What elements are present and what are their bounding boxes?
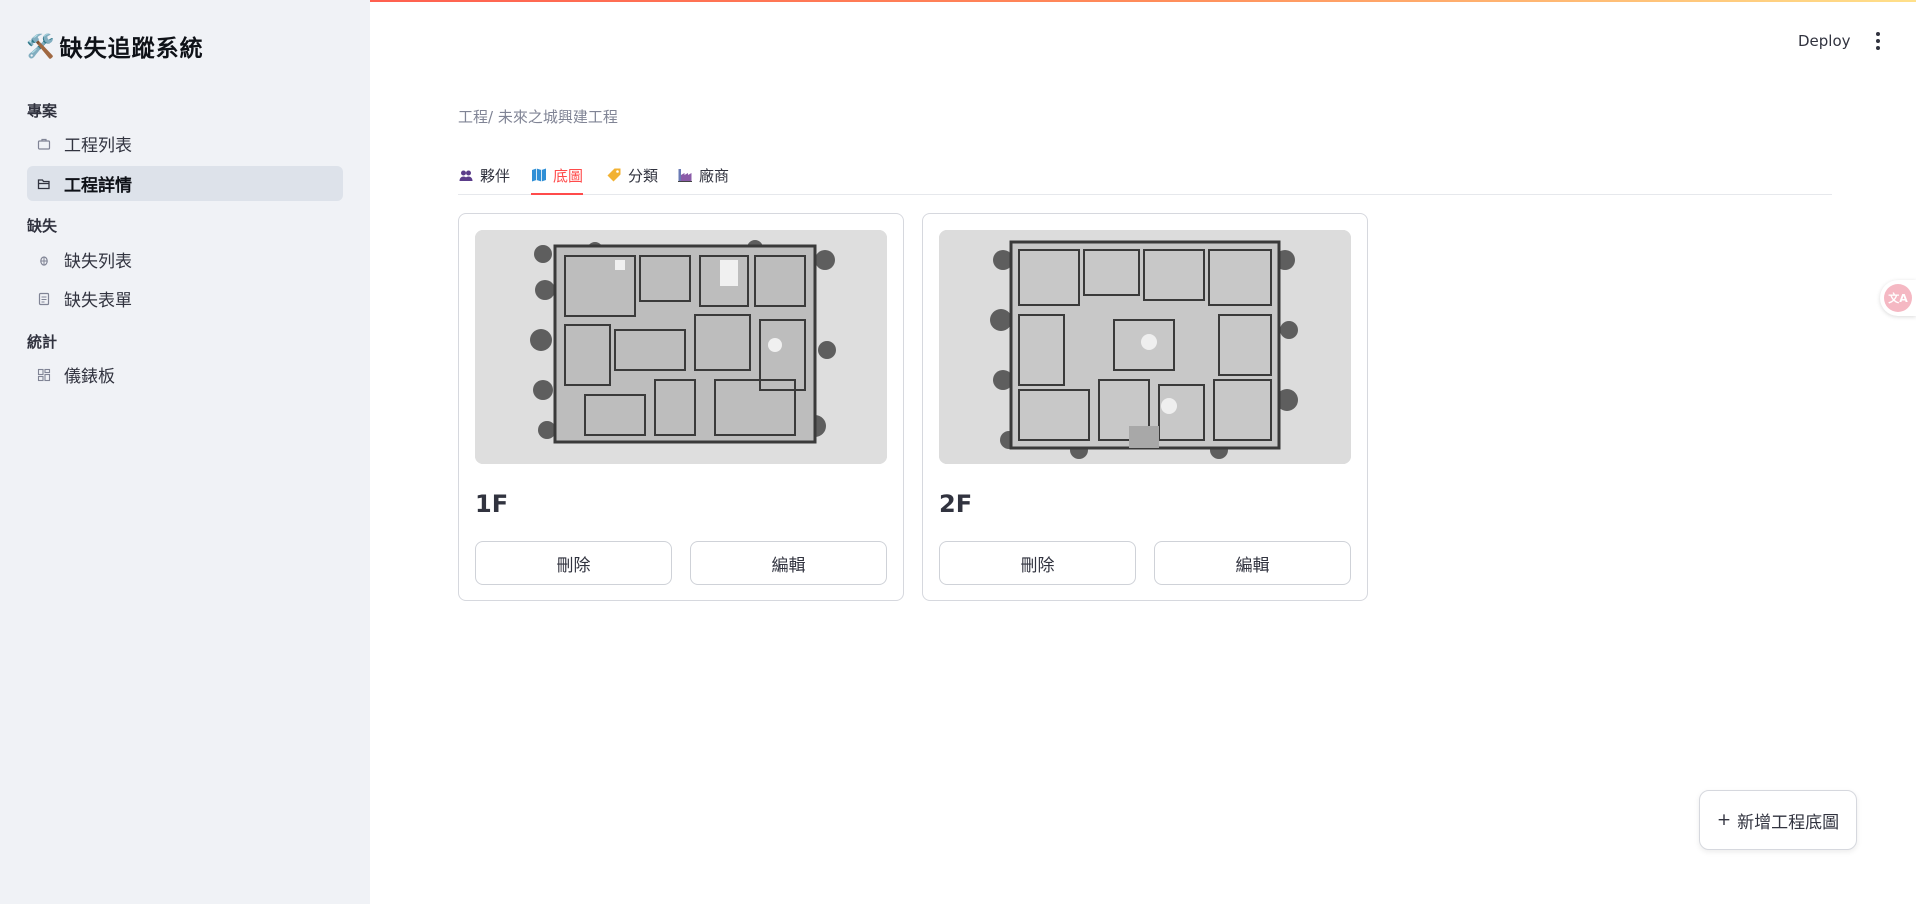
tab-label: 分類	[628, 166, 659, 185]
app-title: 🛠️ 缺失追蹤系統	[26, 28, 204, 64]
kebab-menu-icon[interactable]	[1870, 28, 1886, 54]
tools-icon: 🛠️	[26, 32, 56, 60]
floor-plan-image-2f[interactable]	[939, 230, 1351, 464]
deploy-button[interactable]: Deploy	[1790, 28, 1859, 54]
bug-icon	[36, 252, 52, 268]
app-title-text: 缺失追蹤系統	[59, 35, 204, 62]
edit-button[interactable]: 編輯	[690, 541, 887, 585]
add-floor-plan-label: 新增工程底圖	[1737, 812, 1840, 833]
factory-icon	[677, 167, 693, 183]
floor-plan-card-1f: 1F 刪除 編輯	[458, 213, 904, 601]
tab-label: 底圖	[553, 166, 584, 185]
floor-title: 1F	[475, 490, 509, 518]
sidebar-item-label: 工程詳情	[64, 176, 132, 196]
people-icon	[458, 167, 474, 183]
tab-floor-plan[interactable]: 底圖	[531, 156, 584, 195]
sidebar-item-project-detail[interactable]: 工程詳情	[27, 166, 343, 201]
delete-button[interactable]: 刪除	[939, 541, 1136, 585]
sidebar-item-label: 儀錶板	[64, 367, 115, 387]
floor-title: 2F	[939, 490, 973, 518]
nav-section-stats: 統計	[27, 333, 58, 351]
tab-bar: 夥伴 底圖 分類 廠商	[458, 156, 1832, 195]
sidebar-item-defect-list[interactable]: 缺失列表	[27, 242, 343, 277]
floor-plan-card-2f: 2F 刪除 編輯	[922, 213, 1368, 601]
nav-section-defect: 缺失	[27, 217, 58, 235]
sidebar-item-label: 缺失表單	[64, 291, 132, 311]
sidebar: 🛠️ 缺失追蹤系統 專案 工程列表 工程詳情 缺失 缺失列表 缺失表單 統計 儀…	[0, 0, 370, 904]
sidebar-item-label: 缺失列表	[64, 252, 132, 272]
tab-category[interactable]: 分類	[606, 156, 658, 194]
breadcrumb: 工程/ 未來之城興建工程	[458, 108, 618, 126]
form-icon	[36, 291, 52, 307]
translate-badge-text: 文A	[1884, 284, 1912, 312]
tab-partners[interactable]: 夥伴	[458, 156, 510, 194]
edit-button[interactable]: 編輯	[1154, 541, 1351, 585]
sidebar-item-dashboard[interactable]: 儀錶板	[27, 357, 343, 392]
briefcase-icon	[36, 136, 52, 152]
nav-section-project: 專案	[27, 102, 58, 120]
translate-icon[interactable]: 文A	[1880, 280, 1916, 316]
sidebar-item-label: 工程列表	[64, 136, 132, 156]
tab-label: 夥伴	[480, 166, 511, 185]
dashboard-icon	[36, 367, 52, 383]
tab-label: 廠商	[699, 166, 730, 185]
folder-open-icon	[36, 176, 52, 192]
map-icon	[531, 167, 547, 183]
tag-icon	[606, 167, 622, 183]
sidebar-item-project-list[interactable]: 工程列表	[27, 126, 343, 161]
sidebar-item-defect-form[interactable]: 缺失表單	[27, 281, 343, 316]
plus-icon: +	[1716, 810, 1732, 830]
add-floor-plan-button[interactable]: + 新增工程底圖	[1699, 790, 1857, 850]
floor-plan-image-1f[interactable]	[475, 230, 887, 464]
tab-vendors[interactable]: 廠商	[677, 156, 729, 194]
delete-button[interactable]: 刪除	[475, 541, 672, 585]
